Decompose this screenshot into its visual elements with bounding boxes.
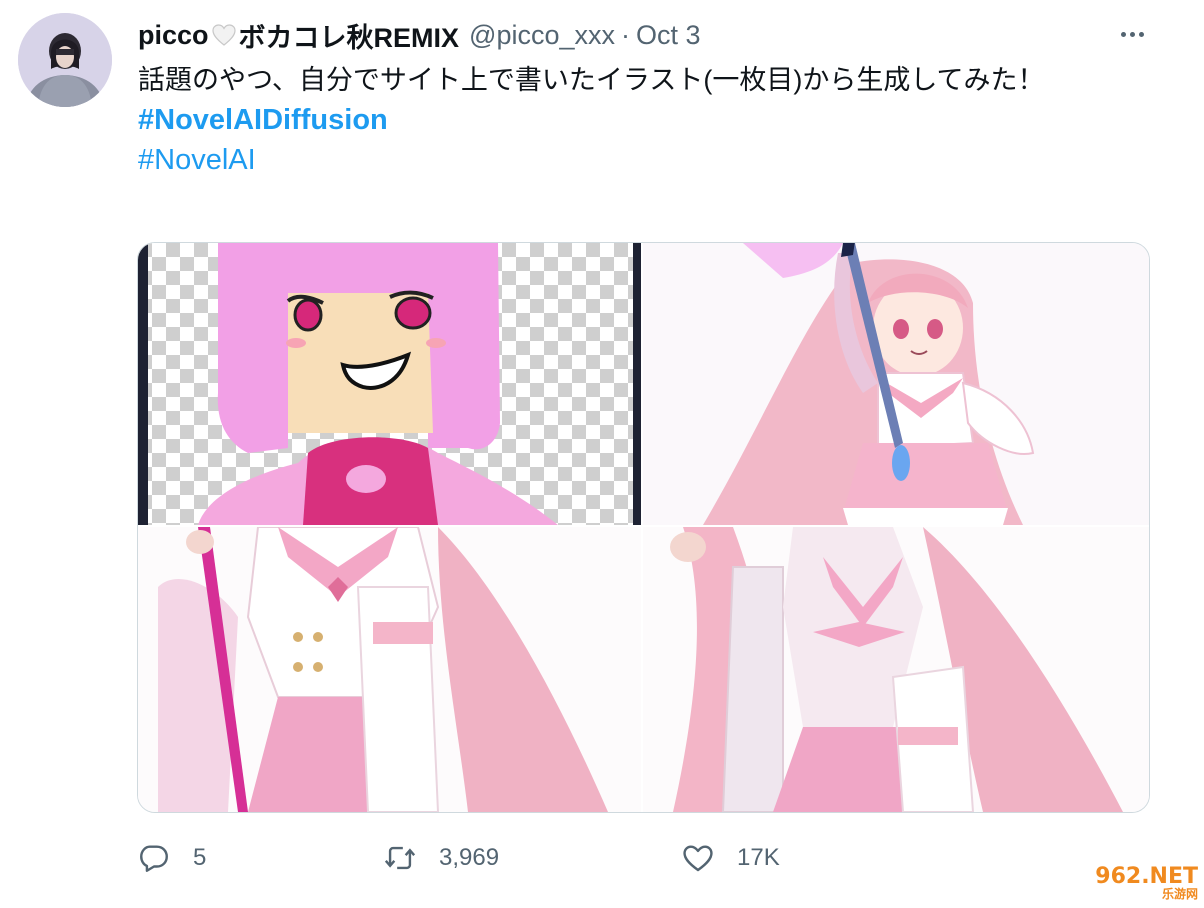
watermark-logo: 962.NET 乐游网: [1095, 864, 1198, 902]
tweet-text: 話題のやつ、自分でサイト上で書いたイラスト(一枚目)から生成してみた！: [138, 65, 1045, 95]
tweet-body: 話題のやつ、自分でサイト上で書いたイラスト(一枚目)から生成してみた！ #Nov…: [138, 60, 1148, 180]
tweet-date[interactable]: Oct 3: [636, 20, 701, 51]
media-image-2[interactable]: [643, 243, 1149, 525]
white-heart-icon: [211, 22, 237, 48]
avatar-photo: [18, 13, 112, 107]
reply-count: 5: [193, 844, 207, 871]
tweet-header: picco ボカコレ秋REMIX @picco_xxx · Oct 3: [138, 16, 701, 55]
user-handle[interactable]: @picco_xxx: [469, 20, 615, 51]
media-grid: [137, 242, 1150, 813]
retweet-count: 3,969: [439, 844, 500, 871]
separator: ·: [621, 19, 631, 50]
like-button[interactable]: 17K: [681, 836, 780, 880]
more-options-icon[interactable]: [1112, 22, 1152, 46]
hashtag-novelai[interactable]: #NovelAI: [138, 140, 1148, 180]
media-image-3[interactable]: [138, 527, 641, 812]
like-count: 17K: [737, 844, 780, 871]
hashtag-novelaidiffusion[interactable]: #NovelAIDiffusion: [138, 100, 1148, 140]
retweet-button[interactable]: 3,969: [383, 836, 499, 880]
retweet-icon: [384, 846, 416, 870]
media-image-1[interactable]: [138, 243, 641, 525]
reply-button[interactable]: 5: [137, 836, 206, 880]
tweet-actions: 5 3,969 17K: [137, 836, 837, 880]
display-name-suffix[interactable]: ボカコレ秋REMIX: [239, 16, 460, 55]
display-name[interactable]: picco: [138, 20, 209, 51]
like-icon: [683, 845, 713, 872]
reply-icon: [140, 845, 168, 872]
media-image-4[interactable]: [643, 527, 1149, 812]
avatar[interactable]: [18, 13, 112, 107]
